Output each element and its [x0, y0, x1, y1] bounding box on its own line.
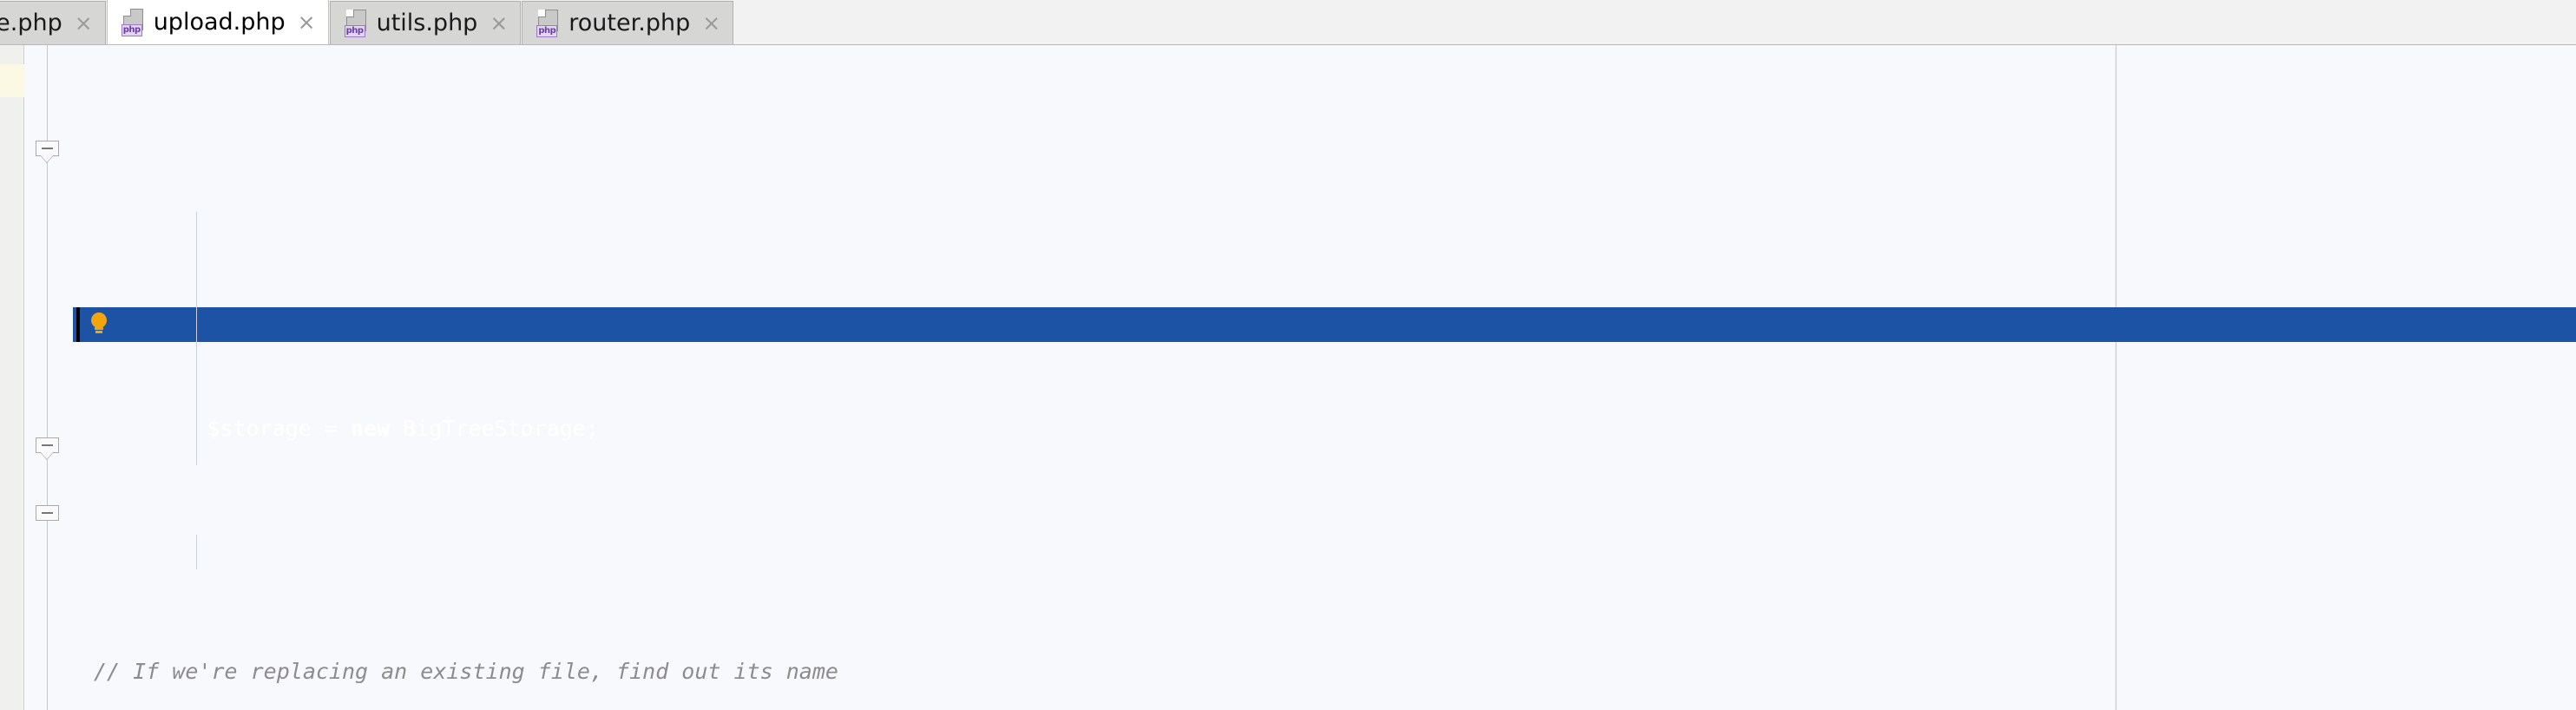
- fold-gutter[interactable]: [25, 45, 72, 710]
- php-file-icon: php: [121, 8, 145, 36]
- code-line-3[interactable]: // If we're replacing an existing file, …: [73, 654, 2576, 689]
- tab-router-php[interactable]: php router.php ×: [522, 1, 734, 44]
- close-icon[interactable]: ×: [702, 12, 720, 34]
- modified-line-marker: [0, 64, 24, 97]
- tab-upload-php[interactable]: php upload.php ×: [106, 0, 329, 44]
- tab-label: ge.php: [0, 10, 62, 36]
- php-file-icon: php: [536, 9, 560, 37]
- php-badge-label: php: [536, 24, 558, 37]
- fold-marker-block-end[interactable]: [36, 505, 59, 526]
- php-file-icon: php: [344, 9, 368, 37]
- text-caret: [76, 307, 80, 342]
- tab-label: router.php: [568, 10, 691, 36]
- tab-utils-php[interactable]: php utils.php ×: [329, 1, 522, 44]
- php-badge-label: php: [344, 24, 365, 37]
- lightbulb-icon[interactable]: [90, 312, 108, 337]
- code-surface[interactable]: $storage = new BigTreeStorage; // If we'…: [73, 45, 2576, 710]
- close-icon[interactable]: ×: [298, 11, 316, 33]
- editor-tab-bar: php ge.php × php upload.php × php utils.…: [0, 0, 2576, 45]
- tab-label: utils.php: [376, 10, 478, 36]
- code-editor[interactable]: $storage = new BigTreeStorage; // If we'…: [0, 45, 2576, 710]
- code-line-2[interactable]: [73, 481, 2576, 516]
- php-badge-label: php: [121, 23, 142, 36]
- code-line-1[interactable]: $storage = new BigTreeStorage;: [73, 307, 2576, 441]
- indent-guide-else-block: [196, 535, 197, 569]
- tab-ge-php[interactable]: php ge.php ×: [0, 1, 106, 44]
- code-line-3-text: // If we're replacing an existing file, …: [94, 659, 838, 684]
- fold-marker-else[interactable]: [36, 437, 59, 459]
- code-line-1-text: $storage = new BigTreeStorage;: [207, 416, 599, 441]
- code-line-blank-top: [73, 184, 2576, 203]
- close-icon[interactable]: ×: [490, 12, 508, 34]
- tab-label: upload.php: [153, 9, 286, 36]
- indent-guide-if-block: [196, 212, 197, 465]
- fold-marker-if[interactable]: [36, 141, 59, 162]
- annotation-gutter[interactable]: [0, 45, 24, 710]
- close-icon[interactable]: ×: [75, 12, 93, 34]
